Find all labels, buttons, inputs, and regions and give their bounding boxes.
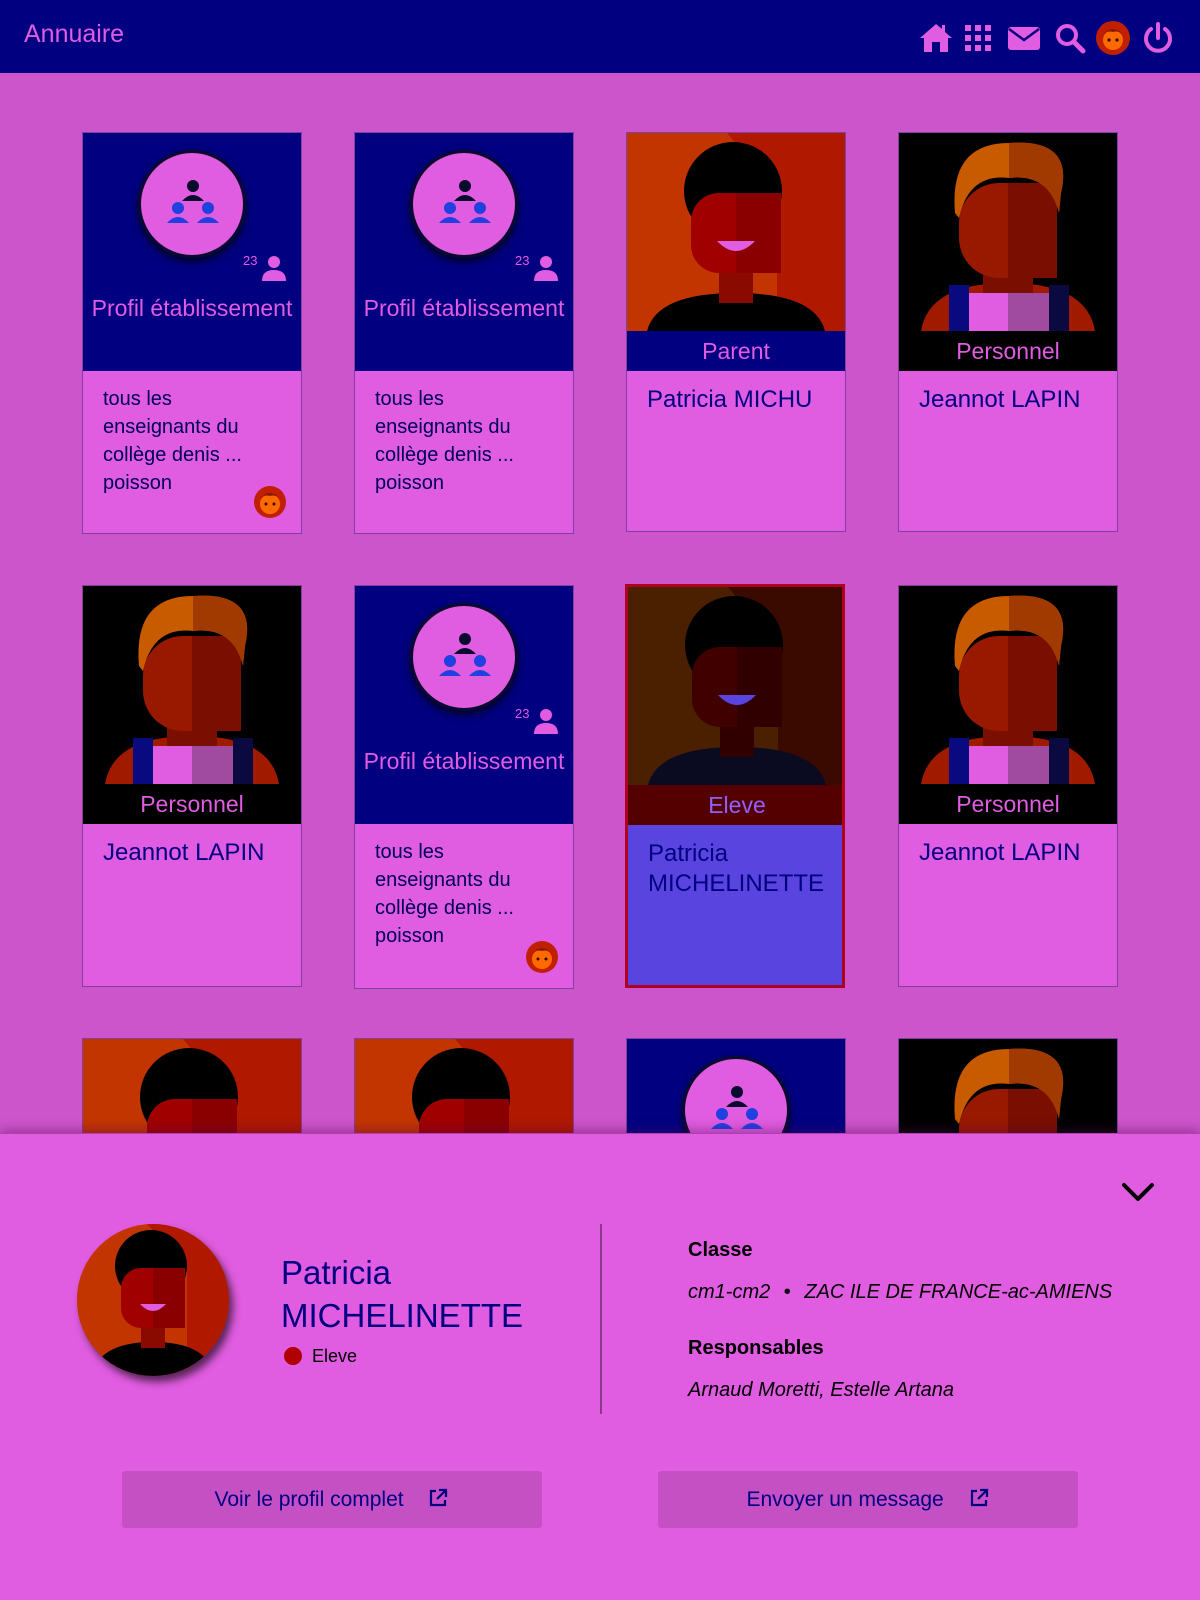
person-avatar — [899, 586, 1117, 784]
card-body: Jeannot LAPIN — [899, 824, 1117, 986]
group-banner: 23 Profil établissement — [83, 133, 301, 371]
send-message-label: Envoyer un message — [746, 1488, 944, 1511]
person-card-selected[interactable]: Eleve Patricia MICHELINETTE — [625, 584, 845, 988]
person-card[interactable]: Personnel Jeannot LAPIN — [898, 585, 1118, 987]
person-avatar — [628, 587, 845, 785]
person-avatar — [899, 133, 1117, 331]
profile-type: Personnel — [899, 784, 1117, 824]
group-type-label: Profil établissement — [363, 295, 565, 321]
group-card[interactable]: 23 Profil établissement tous les enseign… — [354, 132, 574, 534]
person-name: Jeannot LAPIN — [919, 839, 1081, 866]
profile-type: Personnel — [899, 331, 1117, 371]
group-icon — [138, 150, 246, 258]
owner-avatar-icon — [253, 485, 287, 519]
group-description: tous les enseignants du collège denis ..… — [375, 841, 514, 947]
responsables-value: Arnaud Moretti, Estelle Artana — [688, 1379, 955, 1401]
members-icon — [531, 706, 561, 736]
class-name: cm1-cm2 — [688, 1281, 771, 1303]
card-body: Jeannot LAPIN — [83, 824, 301, 986]
group-banner: 23 Profil établissement — [355, 133, 573, 371]
chevron-down-icon[interactable] — [1118, 1172, 1158, 1212]
member-count: 23 — [515, 706, 530, 721]
class-value: cm1-cm2 • ZAC ILE DE FRANCE-ac-AMIENS — [688, 1281, 1112, 1304]
app-title: Annuaire — [24, 20, 125, 48]
search-icon[interactable] — [1052, 20, 1088, 56]
divider — [600, 1224, 602, 1414]
external-link-icon — [970, 1488, 988, 1507]
card-body: tous les enseignants du collège denis ..… — [355, 371, 573, 533]
person-name: Jeannot LAPIN — [103, 839, 265, 866]
members-icon — [259, 253, 289, 283]
user-profile-type: Eleve — [312, 1346, 358, 1366]
school-name: ZAC ILE DE FRANCE-ac-AMIENS — [804, 1281, 1113, 1303]
group-icon — [410, 150, 518, 258]
view-full-profile-button[interactable]: Voir le profil complet — [122, 1471, 542, 1528]
person-card[interactable]: Personnel Jeannot LAPIN — [82, 585, 302, 987]
send-message-button[interactable]: Envoyer un message — [658, 1471, 1078, 1528]
responsables-label: Responsables — [688, 1337, 824, 1359]
view-full-profile-label: Voir le profil complet — [214, 1488, 404, 1511]
group-card[interactable]: 23 Profil établissement tous les enseign… — [82, 132, 302, 534]
group-description: tous les enseignants du collège denis ..… — [103, 388, 242, 494]
person-name: Jeannot LAPIN — [919, 386, 1081, 413]
separator: • — [783, 1281, 791, 1303]
card-body: Patricia MICHU — [627, 371, 845, 531]
member-count: 23 — [515, 253, 530, 268]
group-icon — [410, 603, 518, 711]
class-label: Classe — [688, 1239, 753, 1261]
person-avatar — [83, 586, 301, 784]
power-icon[interactable] — [1140, 20, 1176, 56]
home-icon[interactable] — [918, 20, 954, 56]
profile-type: Parent — [627, 331, 845, 371]
apps-icon[interactable] — [960, 20, 996, 56]
mail-icon[interactable] — [1006, 20, 1042, 56]
external-link-icon — [430, 1488, 448, 1507]
person-name: Patricia MICHELINETTE — [648, 840, 825, 897]
user-name: Patricia MICHELINETTE — [281, 1254, 524, 1334]
owner-avatar-icon — [525, 940, 559, 974]
profile-type: Personnel — [83, 784, 301, 824]
top-bar: Annuaire — [0, 0, 1200, 73]
group-type-label: Profil établissement — [91, 295, 293, 321]
members-icon — [531, 253, 561, 283]
user-avatar-icon[interactable] — [1095, 20, 1131, 56]
person-card[interactable]: Parent Patricia MICHU — [626, 132, 846, 532]
group-type-label: Profil établissement — [363, 748, 565, 774]
user-detail-panel: Patricia MICHELINETTE Eleve Classe cm1-c… — [0, 1133, 1200, 1600]
card-body: Patricia MICHELINETTE — [628, 825, 842, 985]
group-description: tous les enseignants du collège denis ..… — [375, 388, 514, 494]
user-avatar — [77, 1224, 229, 1376]
profile-type-dot — [284, 1347, 302, 1365]
member-count: 23 — [243, 253, 258, 268]
person-name: Patricia MICHU — [647, 386, 813, 413]
profile-type: Eleve — [628, 785, 842, 825]
person-card[interactable]: Personnel Jeannot LAPIN — [898, 132, 1118, 532]
card-body: Jeannot LAPIN — [899, 371, 1117, 531]
group-card[interactable]: 23 Profil établissement tous les enseign… — [354, 585, 574, 989]
group-banner: 23 Profil établissement — [355, 586, 573, 824]
person-avatar — [627, 133, 845, 331]
